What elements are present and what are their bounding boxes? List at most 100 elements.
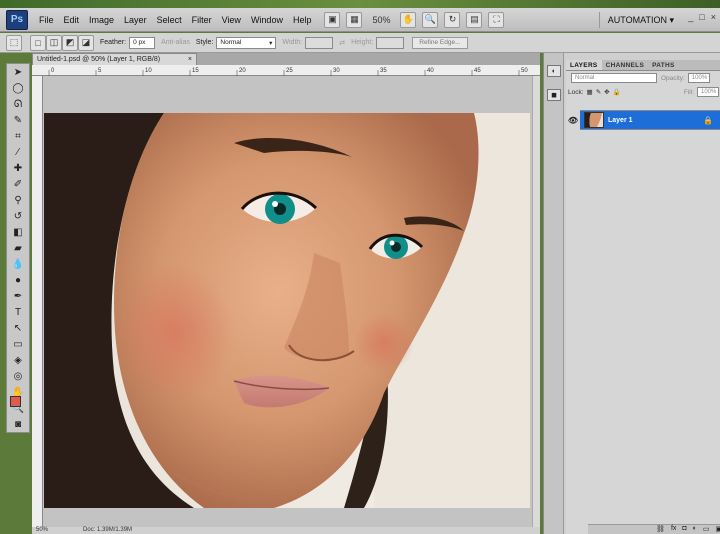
menu-help[interactable]: Help — [288, 15, 317, 25]
menu-image[interactable]: Image — [84, 15, 119, 25]
color-panel-icon[interactable]: ◐ — [547, 65, 561, 77]
marquee-tool-preset-icon[interactable]: ⬚ — [6, 34, 22, 51]
lock-label: Lock: — [568, 88, 584, 96]
swap-icon[interactable]: ⇄ — [339, 39, 345, 47]
menu-edit[interactable]: Edit — [59, 15, 85, 25]
link-layers-icon[interactable]: ⛓ — [656, 525, 665, 534]
maximize-button[interactable]: □ — [699, 12, 704, 22]
menu-window[interactable]: Window — [246, 15, 288, 25]
intersect-selection-icon[interactable]: ◪ — [78, 34, 94, 51]
pen-tool-icon[interactable]: ✒ — [7, 288, 29, 304]
menu-view[interactable]: View — [217, 15, 246, 25]
arrange-documents-icon[interactable]: ▤ — [466, 11, 483, 28]
zoom-icon[interactable]: 🔍 — [422, 11, 439, 28]
eraser-tool-icon[interactable]: ◧ — [7, 224, 29, 240]
app-logo[interactable]: Ps — [6, 9, 28, 30]
type-tool-icon[interactable]: T — [7, 304, 29, 320]
healing-brush-icon[interactable]: ✚ — [7, 160, 29, 176]
canvas-area[interactable] — [43, 76, 532, 534]
view-extras-icon[interactable]: ▦ — [346, 11, 363, 28]
close-button[interactable]: × — [711, 12, 716, 22]
menu-layer[interactable]: Layer — [119, 15, 152, 25]
portrait-image[interactable] — [44, 113, 530, 508]
lasso-tool-icon[interactable]: ᘏ — [7, 96, 29, 112]
horizontal-ruler[interactable]: 0 5 10 15 20 25 30 35 40 45 50 — [32, 65, 540, 76]
refine-edge-button[interactable]: Refine Edge... — [412, 36, 468, 49]
lock-transparency-icon[interactable]: ▦ — [587, 88, 593, 96]
3d-orbit-icon[interactable]: ◎ — [7, 368, 29, 384]
tab-paths[interactable]: PATHS — [648, 60, 679, 70]
height-input[interactable] — [376, 36, 405, 49]
clone-stamp-icon[interactable]: ⚲ — [7, 192, 29, 208]
workspace-switcher[interactable]: AUTOMATION ▾ — [598, 12, 674, 28]
new-group-icon[interactable]: ▭ — [703, 525, 710, 534]
layer-name[interactable]: Layer 1 — [608, 117, 633, 124]
new-layer-icon[interactable]: ▣ — [715, 525, 720, 534]
ruler-mark: 50 — [521, 68, 528, 74]
tab-layers[interactable]: LAYERS — [566, 60, 602, 70]
lock-row: Lock: ▦ ✎ ✥ 🔒 Fill: 100% — [566, 85, 720, 99]
dodge-tool-icon[interactable]: ● — [7, 272, 29, 288]
screen-mode-icon[interactable]: ⛶ — [488, 11, 505, 28]
layer-style-icon[interactable]: fx — [671, 525, 676, 534]
layer-lock-icon: 🔒 — [703, 115, 713, 125]
menu-select[interactable]: Select — [152, 15, 187, 25]
zoom-level[interactable]: 50% — [368, 15, 394, 25]
3d-rotate-icon[interactable]: ◈ — [7, 352, 29, 368]
blend-mode-select[interactable]: Normal — [571, 73, 657, 83]
close-tab-icon[interactable]: × — [188, 56, 192, 63]
layer-row[interactable]: 👁 Layer 1 🔒 — [566, 110, 720, 130]
antialias-checkbox[interactable]: Anti-alias — [161, 39, 190, 46]
ruler-mark: 45 — [474, 68, 481, 74]
eyedropper-tool-icon[interactable]: ⁄ — [7, 144, 29, 160]
style-select[interactable]: Normal ▾ — [216, 36, 277, 49]
options-bar: ⬚ □ ◫ ◩ ◪ Feather: 0 px Anti-alias Style… — [0, 33, 720, 53]
gradient-tool-icon[interactable]: ▰ — [7, 240, 29, 256]
quick-mask-icon[interactable]: ◙ — [7, 416, 29, 432]
menu-filter[interactable]: Filter — [187, 15, 217, 25]
vertical-scrollbar[interactable] — [532, 76, 540, 534]
opacity-input[interactable]: 100% — [687, 73, 710, 83]
tab-channels[interactable]: CHANNELS — [602, 60, 649, 70]
menu-file[interactable]: File — [34, 15, 59, 25]
lock-all-icon[interactable]: 🔒 — [613, 88, 621, 96]
history-brush-icon[interactable]: ↺ — [7, 208, 29, 224]
add-selection-icon[interactable]: ◫ — [46, 34, 62, 51]
document-title: Untitled-1.psd @ 50% (Layer 1, RGB/8) — [37, 56, 161, 63]
bridge-icon[interactable]: ▣ — [324, 11, 341, 28]
adjustment-layer-icon[interactable]: ◐ — [693, 525, 697, 534]
blur-tool-icon[interactable]: 💧 — [7, 256, 29, 272]
document-tab[interactable]: Untitled-1.psd @ 50% (Layer 1, RGB/8) × — [32, 53, 197, 65]
feather-input[interactable]: 0 px — [129, 36, 156, 49]
crop-tool-icon[interactable]: ⌗ — [7, 128, 29, 144]
fill-label: Fill: — [683, 88, 694, 96]
brush-tool-icon[interactable]: ✐ — [7, 176, 29, 192]
vertical-ruler[interactable] — [32, 76, 43, 534]
adjustments-panel-icon[interactable]: ◼ — [547, 89, 561, 101]
path-select-icon[interactable]: ↖ — [7, 320, 29, 336]
move-tool-icon[interactable]: ➤ — [7, 64, 29, 80]
marquee-tool-icon[interactable]: ◯ — [7, 80, 29, 96]
ruler-mark: 35 — [380, 68, 387, 74]
minimize-button[interactable]: _ — [688, 12, 693, 22]
foreground-color-swatch[interactable] — [10, 396, 21, 407]
photoshop-window: Ps File Edit Image Layer Select Filter V… — [0, 0, 720, 534]
new-selection-icon[interactable]: □ — [30, 34, 46, 51]
shape-tool-icon[interactable]: ▭ — [7, 336, 29, 352]
panels-dock: ◐ ◼ LAYERS CHANNELS PATHS Normal Opacity… — [543, 53, 720, 534]
subtract-selection-icon[interactable]: ◩ — [62, 34, 78, 51]
rotate-view-icon[interactable]: ↻ — [444, 11, 461, 28]
quick-select-tool-icon[interactable]: ✎ — [7, 112, 29, 128]
add-mask-icon[interactable]: ◘ — [682, 525, 686, 534]
hand-icon[interactable]: ✋ — [400, 11, 417, 28]
lock-image-icon[interactable]: ✎ — [596, 88, 601, 96]
lock-position-icon[interactable]: ✥ — [604, 88, 609, 96]
fill-input[interactable]: 100% — [697, 87, 719, 97]
visibility-eye-icon[interactable]: 👁 — [566, 110, 580, 130]
ruler-mark: 20 — [239, 68, 246, 74]
zoom-status[interactable]: 50% — [36, 527, 48, 533]
width-input[interactable] — [305, 36, 334, 49]
ruler-mark: 0 — [51, 68, 55, 74]
application-bar-tools: ▣ ▦ 50% ✋ 🔍 ↻ ▤ ⛶ — [324, 11, 505, 28]
height-label: Height: — [351, 39, 374, 46]
